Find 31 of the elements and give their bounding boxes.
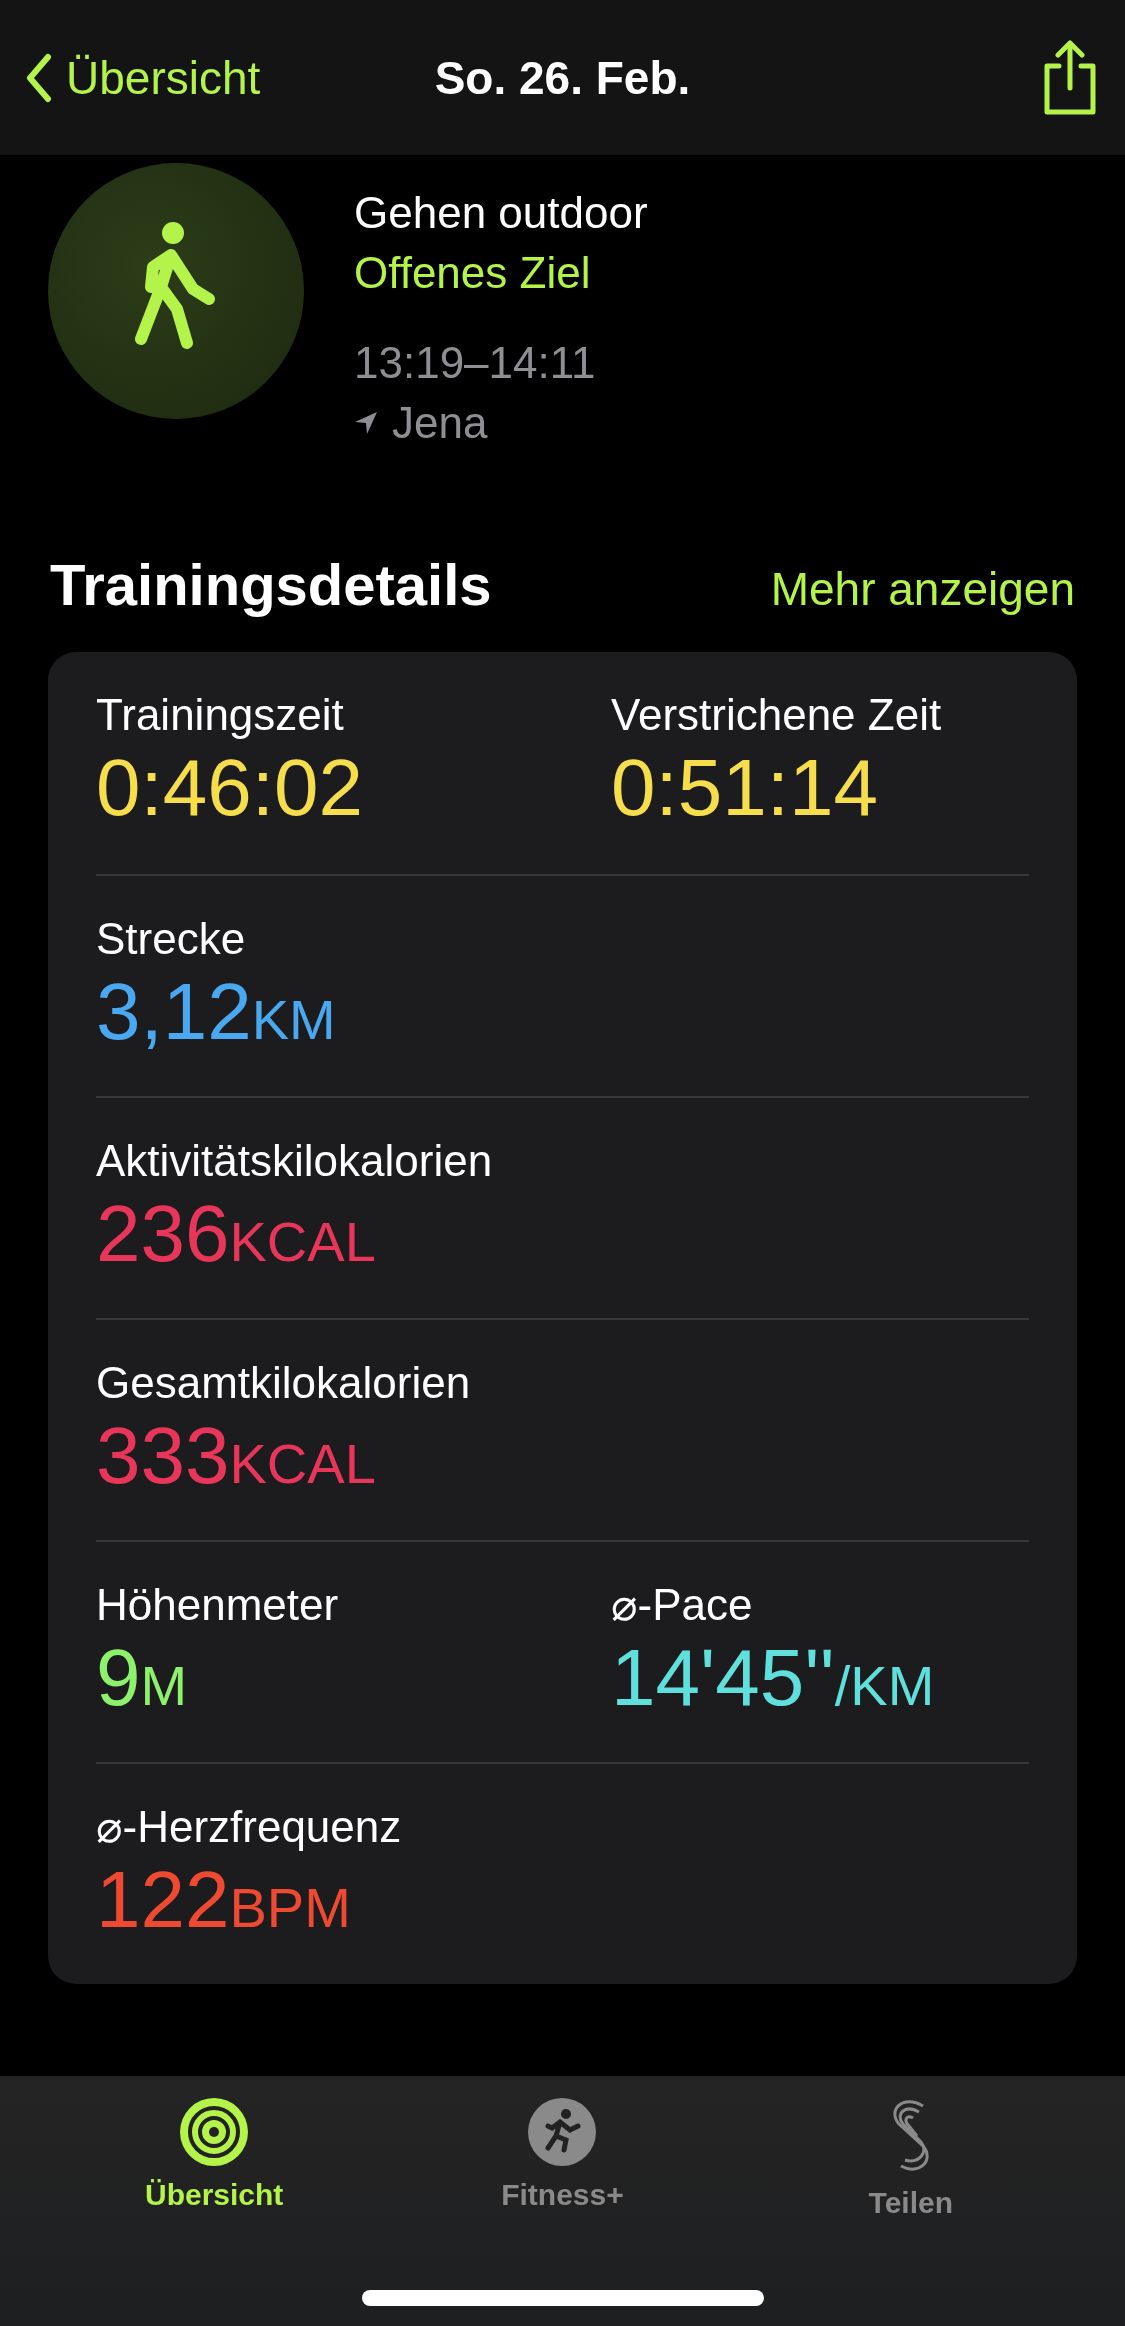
- metric-label: ⌀-Herzfrequenz: [96, 1801, 402, 1853]
- metric-label: Höhenmeter: [96, 1579, 339, 1631]
- metric-value: 122BPM: [96, 1854, 351, 1946]
- tab[interactable]: Fitness+: [432, 2096, 693, 2220]
- nav-title: So. 26. Feb.: [434, 50, 691, 105]
- metric-value: 236KCAL: [96, 1188, 376, 1280]
- metric-value: 3,12KM: [96, 966, 336, 1058]
- runner-icon: [526, 2096, 599, 2168]
- location-arrow-icon: [354, 411, 378, 435]
- metric-value: 0:46:02: [96, 742, 363, 834]
- metric-label: Verstrichene Zeit: [611, 689, 942, 741]
- section-title: Trainingsdetails: [50, 551, 492, 618]
- metric-label: ⌀-Pace: [611, 1579, 753, 1631]
- show-more-link[interactable]: Mehr anzeigen: [770, 562, 1075, 616]
- metric-value: 0:51:14: [611, 742, 878, 834]
- activity-rings-icon: [178, 2096, 251, 2168]
- metric-label: Strecke: [96, 913, 246, 965]
- metric-value: 9M: [96, 1632, 188, 1724]
- tab[interactable]: Übersicht: [84, 2096, 345, 2220]
- back-link[interactable]: Übersicht: [26, 50, 261, 105]
- workout-location: Jena: [392, 397, 488, 449]
- metric-label: Aktivitätskilokalorien: [96, 1135, 493, 1187]
- workout-name: Gehen outdoor: [354, 187, 648, 239]
- metric-label: Trainingszeit: [96, 689, 344, 741]
- chevron-left-icon: [26, 52, 52, 103]
- tab[interactable]: Teilen: [780, 2096, 1041, 2220]
- metric-value: 333KCAL: [96, 1410, 376, 1502]
- metric-value: 14'45''/KM: [611, 1632, 935, 1724]
- metric-label: Gesamtkilokalorien: [96, 1357, 471, 1409]
- workout-time: 13:19–14:11: [354, 337, 597, 389]
- workout-goal: Offenes Ziel: [354, 247, 592, 299]
